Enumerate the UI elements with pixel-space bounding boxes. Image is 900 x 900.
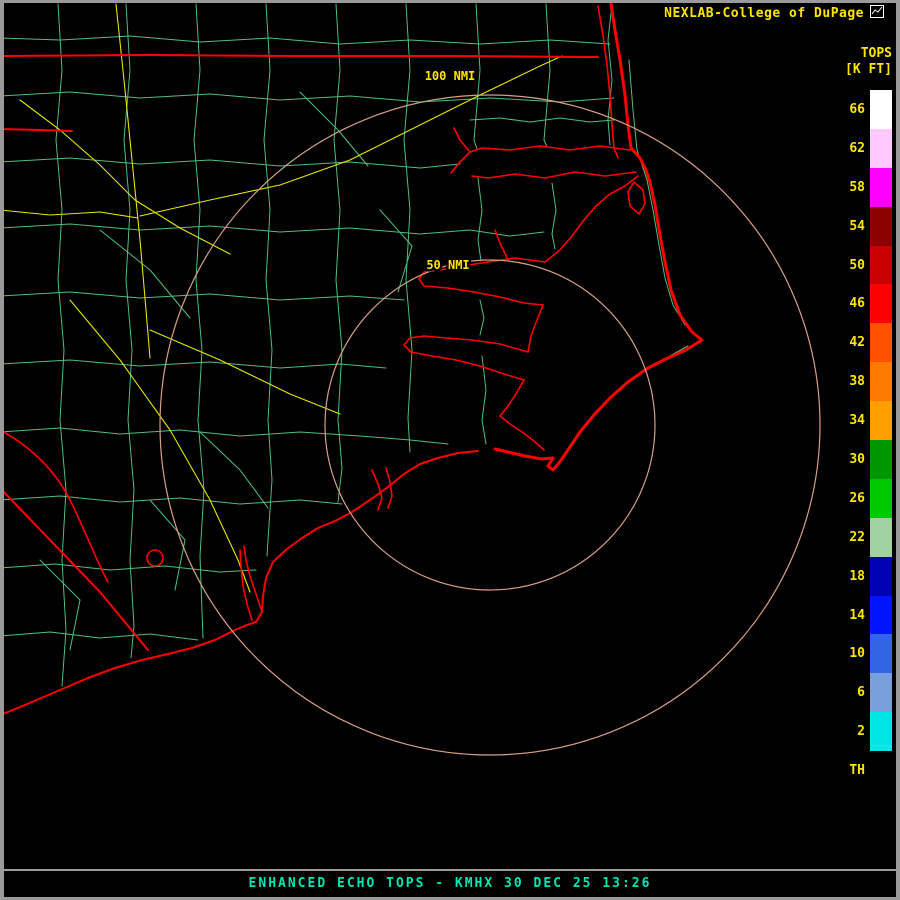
legend-color-swatch [870,90,892,129]
legend-color-swatch [870,284,892,323]
legend-item: 18 [849,557,892,596]
legend-color-swatch [870,362,892,401]
legend-value-label: 38 [849,374,865,389]
range-ring-50nmi [325,260,655,590]
legend-color-swatch [870,479,892,518]
legend-item: 46 [849,284,892,323]
legend-item: 42 [849,323,892,362]
legend-value-label: 34 [849,413,865,428]
legend-value-label: 6 [857,685,865,700]
legend-item: 34 [849,401,892,440]
frame-right-border [896,0,900,900]
legend-value-label: 46 [849,296,865,311]
legend-item: 10 [849,634,892,673]
county-lines-layer [0,4,688,686]
legend-color-swatch [870,518,892,557]
legend-value-label: TH [849,763,865,778]
legend-item: 38 [849,362,892,401]
legend-item: 30 [849,440,892,479]
legend-value-label: 54 [849,219,865,234]
legend-value-label: 10 [849,646,865,661]
legend-item: 2 [849,712,892,751]
legend: TOPS [K FT] 6662585450464238343026221814… [800,0,894,900]
legend-color-swatch [870,440,892,479]
legend-color-swatch [870,246,892,285]
legend-color-swatch [870,168,892,207]
frame-top-border [0,0,900,3]
legend-color-swatch [870,207,892,246]
coastline-layer [0,4,702,715]
legend-value-label: 18 [849,569,865,584]
legend-value-label: 14 [849,608,865,623]
legend-color-swatch [870,129,892,168]
legend-color-swatch [870,712,892,751]
legend-value-label: 42 [849,335,865,350]
legend-color-swatch [870,401,892,440]
radar-map: 100 NMI 50 NMI [0,0,900,900]
legend-title: TOPS [861,46,892,61]
legend-color-swatch [870,673,892,712]
radar-screen: 100 NMI 50 NMI NEXLAB-College of DuPage … [0,0,900,900]
legend-item: 62 [849,129,892,168]
legend-color-swatch [870,634,892,673]
legend-color-swatch [870,557,892,596]
legend-item: 26 [849,479,892,518]
legend-item: 14 [849,596,892,635]
range-ring-100nmi [160,95,820,755]
legend-item: 66 [849,90,892,129]
legend-item: 6 [849,673,892,712]
legend-value-label: 26 [849,491,865,506]
legend-color-swatch [870,323,892,362]
legend-value-label: 2 [857,724,865,739]
range-rings-layer: 100 NMI 50 NMI [160,69,820,755]
range-ring-label-50: 50 NMI [426,258,469,272]
legend-items: 66625854504642383430262218141062TH [849,90,892,790]
legend-value-label: 22 [849,530,865,545]
legend-color-swatch [870,596,892,635]
legend-value-label: 58 [849,180,865,195]
frame-left-border [0,0,4,900]
legend-value-label: 50 [849,258,865,273]
legend-item: 22 [849,518,892,557]
legend-color-swatch [870,751,892,790]
range-ring-label-100: 100 NMI [425,69,476,83]
product-caption: ENHANCED ECHO TOPS - KMHX 30 DEC 25 13:2… [0,871,900,897]
legend-item: 50 [849,246,892,285]
legend-item: 58 [849,168,892,207]
legend-item: 54 [849,207,892,246]
legend-value-label: 30 [849,452,865,467]
legend-units: [K FT] [845,62,892,77]
legend-item: TH [849,751,892,790]
legend-value-label: 66 [849,102,865,117]
legend-value-label: 62 [849,141,865,156]
